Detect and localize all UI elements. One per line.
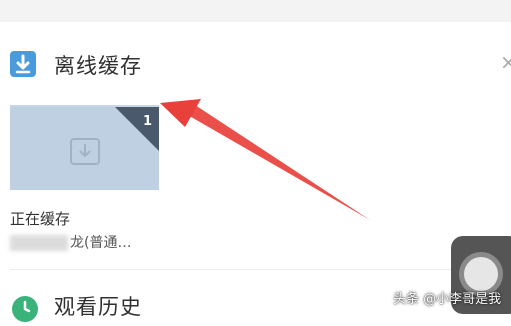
- caching-status-label: 正在缓存: [10, 210, 71, 228]
- count-badge: [115, 107, 159, 151]
- top-status-strip: [0, 0, 511, 22]
- close-icon[interactable]: ×: [500, 50, 511, 74]
- offline-cache-header[interactable]: 离线缓存 ×: [0, 44, 511, 88]
- blurred-text: [10, 235, 68, 251]
- clock-icon: [12, 296, 38, 322]
- caching-video-thumbnail[interactable]: 1: [10, 107, 159, 190]
- count-badge-label: 1: [142, 114, 152, 129]
- offline-cache-title: 离线缓存: [54, 54, 142, 78]
- download-tray-icon: [70, 138, 100, 165]
- watch-history-title[interactable]: 观看历史: [54, 291, 142, 321]
- watermark: 头条 @小李哥是我: [393, 292, 502, 307]
- caching-video-subtitle: 龙(普通…: [70, 235, 132, 251]
- divider: [10, 269, 511, 270]
- download-icon: [10, 51, 36, 77]
